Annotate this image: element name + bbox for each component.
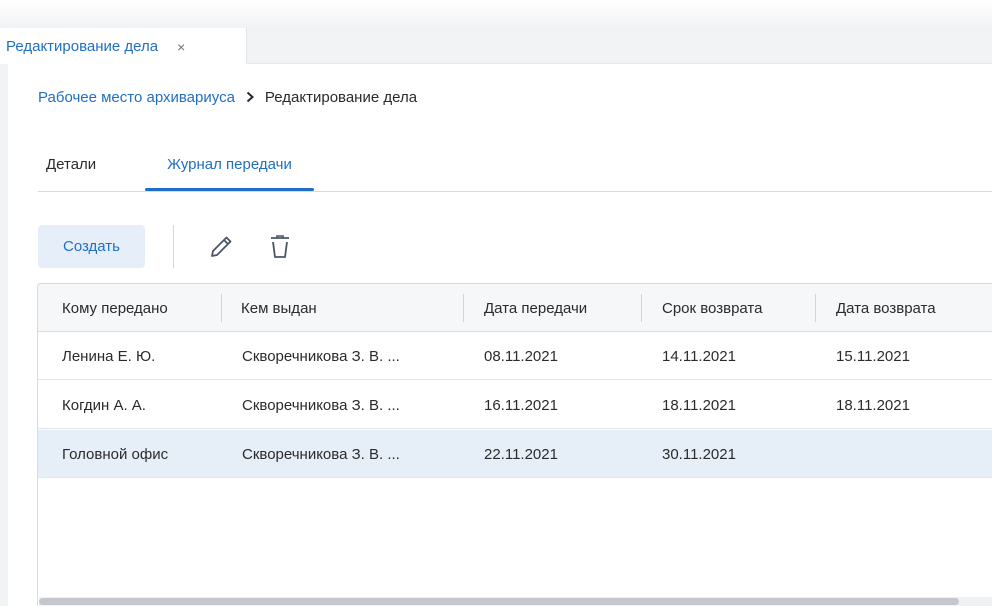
column-header-issued-by[interactable]: Кем выдан [241,284,317,332]
breadcrumb: Рабочее место архивариуса Редактирование… [38,86,417,108]
column-header-transfer-date[interactable]: Дата передачи [484,284,587,332]
transfer-log-table: Кому передано Кем выдан Дата передачи Ср… [37,283,992,606]
pencil-icon[interactable] [205,231,237,263]
cell-due-date: 14.11.2021 [662,347,736,365]
document-tab-strip: Редактирование дела × [0,28,992,65]
cell-transfer-date: 16.11.2021 [484,396,558,414]
cell-transfer-date: 22.11.2021 [484,445,558,463]
scrollbar-thumb[interactable] [39,598,959,605]
toolbar-divider [173,225,174,268]
cell-transfer-date: 08.11.2021 [484,347,558,365]
close-icon[interactable]: × [177,39,185,55]
cell-return-date: 15.11.2021 [836,347,910,365]
toolbar: Создать [38,225,438,268]
create-button[interactable]: Создать [38,225,145,268]
column-divider[interactable] [221,294,222,322]
tab-details[interactable]: Детали [46,136,96,192]
cell-recipient: Головной офис [62,445,169,463]
column-header-due-date[interactable]: Срок возврата [662,284,762,332]
cell-recipient: Когдин А. А. [62,396,146,414]
cell-recipient: Ленина Е. Ю. [62,347,156,365]
breadcrumb-current: Редактирование дела [264,88,418,106]
left-edge [0,64,8,606]
window-top-edge [0,0,992,28]
content-panel: Рабочее место архивариуса Редактирование… [8,64,992,606]
column-header-recipient[interactable]: Кому передано [62,284,168,332]
active-tab-indicator [145,188,314,191]
column-divider[interactable] [641,294,642,322]
column-divider[interactable] [463,294,464,322]
table-row-selected[interactable]: Головной офис Скворечникова З. В. ... 22… [38,430,992,478]
table-row[interactable]: Когдин А. А. Скворечникова З. В. ... 16.… [38,381,992,429]
document-tab[interactable]: Редактирование дела × [0,28,247,65]
tab-bar: Детали Журнал передачи [38,136,992,192]
tab-transfer-log[interactable]: Журнал передачи [145,136,314,192]
cell-due-date: 30.11.2021 [662,445,736,463]
cell-issued-by: Скворечникова З. В. ... [242,396,400,414]
cell-return-date: 18.11.2021 [836,396,910,414]
document-tab-title: Редактирование дела [6,38,159,55]
cell-issued-by: Скворечникова З. В. ... [242,445,400,463]
cell-due-date: 18.11.2021 [662,396,736,414]
trash-icon[interactable] [264,231,296,263]
breadcrumb-parent-link[interactable]: Рабочее место архивариуса [38,89,235,106]
table-row[interactable]: Ленина Е. Ю. Скворечникова З. В. ... 08.… [38,332,992,380]
column-header-return-date[interactable]: Дата возврата [836,284,936,332]
chevron-right-icon [245,91,255,103]
table-header: Кому передано Кем выдан Дата передачи Ср… [38,284,992,332]
cell-issued-by: Скворечникова З. В. ... [242,347,400,365]
column-divider[interactable] [815,294,816,322]
horizontal-scrollbar[interactable] [39,597,992,606]
